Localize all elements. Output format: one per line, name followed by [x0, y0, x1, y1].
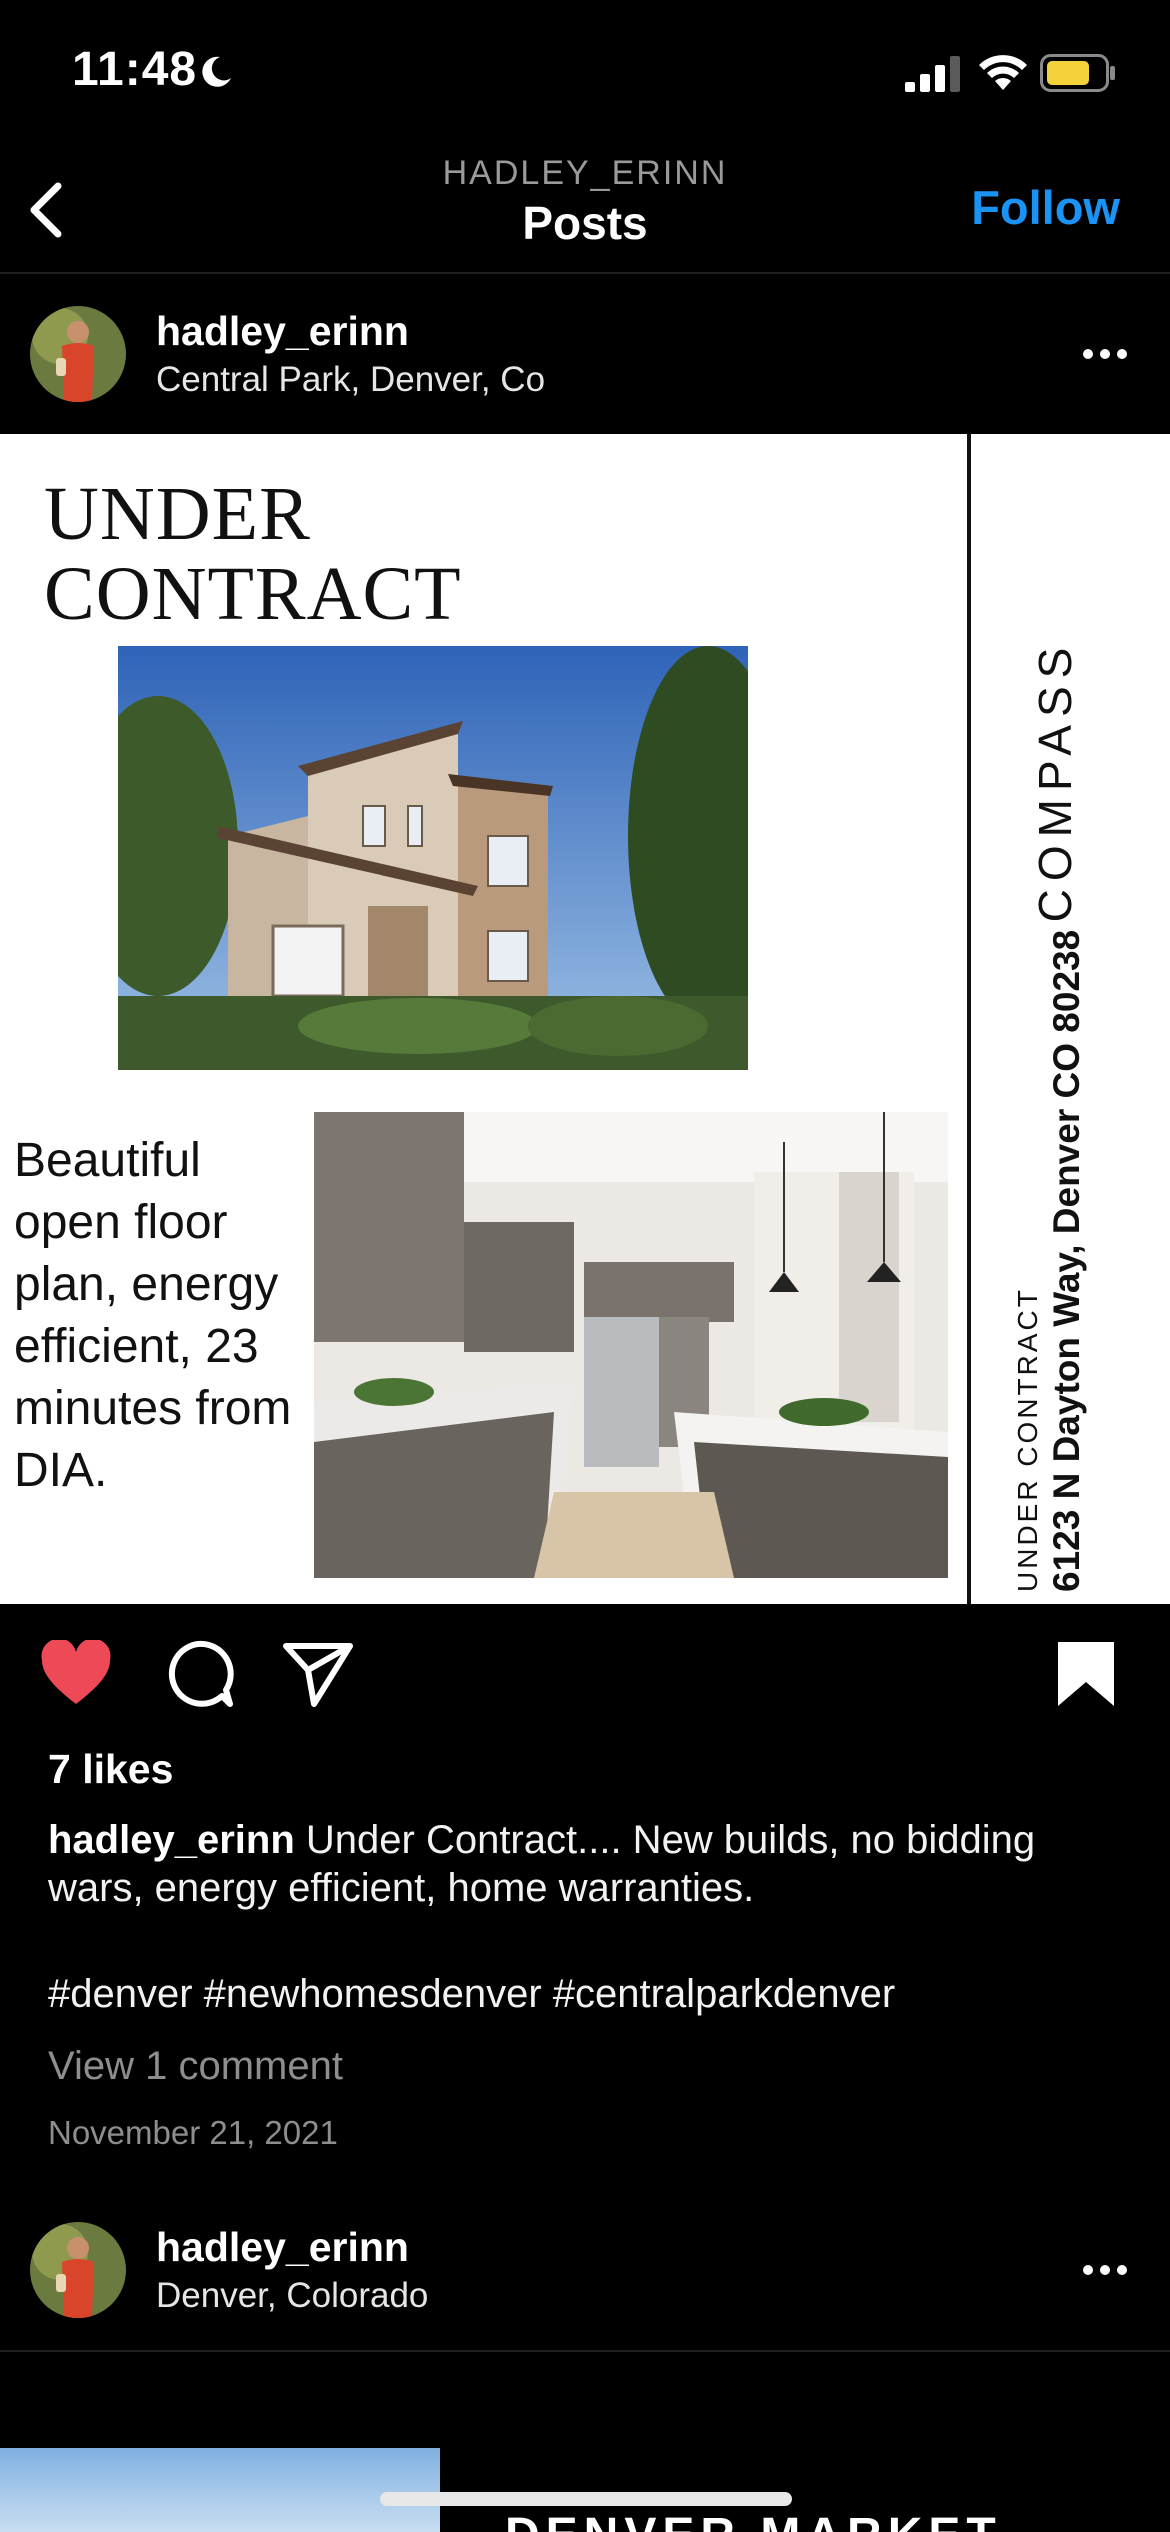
house-photo: [118, 646, 748, 1070]
moon-icon: [202, 56, 231, 87]
heart-icon[interactable]: [40, 1640, 112, 1708]
property-address: 6123 N Dayton Way, Denver CO 80238: [1046, 929, 1087, 1592]
follow-button[interactable]: Follow: [971, 180, 1120, 235]
image-headline: UNDER CONTRACT: [44, 474, 462, 634]
comment-icon[interactable]: [162, 1640, 234, 1708]
next-post-image[interactable]: DENVER MARKET STATS: [0, 2448, 1170, 2532]
more-options-icon[interactable]: [1080, 344, 1130, 364]
bookmark-icon[interactable]: [1050, 1640, 1122, 1708]
next-post-location[interactable]: Denver, Colorado: [156, 2276, 428, 2316]
battery-icon: [1040, 54, 1115, 92]
post-date: November 21, 2021: [48, 2114, 338, 2151]
section-divider: [0, 2350, 1170, 2352]
headline-line-2: CONTRACT: [44, 552, 462, 636]
status-bar: 11:48: [0, 0, 1170, 150]
post-header: hadley_erinn Central Park, Denver, Co: [0, 276, 1170, 434]
home-indicator[interactable]: [380, 2492, 792, 2506]
caption-username[interactable]: hadley_erinn: [48, 1818, 295, 1862]
post-location[interactable]: Central Park, Denver, Co: [156, 360, 545, 400]
avatar[interactable]: [30, 306, 126, 402]
status-time: 11:48: [72, 43, 198, 96]
hashtags[interactable]: #denver #newhomesdenver #centralparkdenv…: [48, 1972, 895, 2017]
likes-count[interactable]: 7 likes: [48, 1746, 173, 1793]
side-label: UNDER CONTRACT: [1012, 1287, 1043, 1592]
top-nav: HADLEY_ERINN Posts Follow: [0, 150, 1170, 274]
image-description: Beautiful open floor plan, energy effici…: [14, 1134, 292, 1497]
next-avatar[interactable]: [30, 2222, 126, 2318]
next-post-header: hadley_erinn Denver, Colorado: [0, 2192, 1170, 2350]
kitchen-photo: [314, 1112, 948, 1578]
vertical-address-block: UNDER CONTRACT 6123 N Dayton Way, Denver…: [1012, 852, 1088, 1592]
divider-line: [967, 434, 971, 1604]
share-icon[interactable]: [282, 1640, 354, 1708]
headline-line-1: UNDER: [44, 472, 311, 556]
cellular-signal-icon: [905, 56, 960, 92]
next-image-text: DENVER MARKET STATS: [505, 2508, 1170, 2532]
wifi-icon: [979, 55, 1027, 90]
next-post-username[interactable]: hadley_erinn: [156, 2224, 409, 2271]
post-caption: hadley_erinn Under Contract.... New buil…: [48, 1816, 1128, 1912]
next-more-options-icon[interactable]: [1080, 2260, 1130, 2280]
post-username[interactable]: hadley_erinn: [156, 308, 409, 355]
post-actions: [0, 1640, 1170, 1720]
view-comments-link[interactable]: View 1 comment: [48, 2044, 343, 2089]
post-image[interactable]: UNDER CONTRACT Beautiful open floor plan…: [0, 434, 1170, 1604]
next-image-blue-panel: [0, 2448, 440, 2532]
